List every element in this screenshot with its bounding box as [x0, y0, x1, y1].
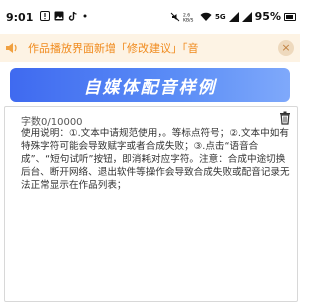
notice-bar[interactable]: 作品播放界面新增「修改建议」「音 × [0, 34, 300, 62]
status-right: 2.6 KB/S 5G 95% [170, 10, 296, 23]
trash-icon[interactable] [279, 111, 291, 125]
text-editor[interactable]: 字数0/10000 使用说明：①.文本中请规范使用，。等标点符号；②.文本中如有… [4, 106, 298, 302]
status-bar: 9:01 2.6 KB/S 5G 95% [0, 0, 300, 34]
banner-title: 自媒体配音样例 [83, 77, 217, 98]
dot-icon [83, 14, 87, 18]
mute-icon [170, 12, 180, 21]
notice-text: 作品播放界面新增「修改建议」「音 [28, 42, 199, 55]
word-count: 字数0/10000 [21, 117, 83, 128]
signal-label: 5G [215, 12, 226, 21]
warning-icon [40, 11, 50, 21]
status-left-icons [40, 11, 92, 21]
signal-icon-2 [241, 11, 252, 22]
wifi-icon [200, 12, 212, 21]
close-icon[interactable]: × [278, 40, 294, 56]
image-icon [54, 11, 64, 21]
signal-icon [228, 11, 239, 22]
status-time: 9:01 [6, 11, 34, 24]
battery-icon [284, 12, 296, 21]
svg-text:KB/S: KB/S [183, 17, 194, 22]
speaker-icon [6, 43, 17, 53]
editor-instructions: 使用说明：①.文本中请规范使用，。等标点符号；②.文本中如有特殊字符可能会导致赋… [21, 128, 290, 191]
battery-percent: 95% [254, 10, 281, 23]
banner: 自媒体配音样例 [10, 68, 290, 102]
network-speed-icon: 2.6 KB/S [183, 12, 194, 22]
tiktok-icon [68, 11, 77, 21]
